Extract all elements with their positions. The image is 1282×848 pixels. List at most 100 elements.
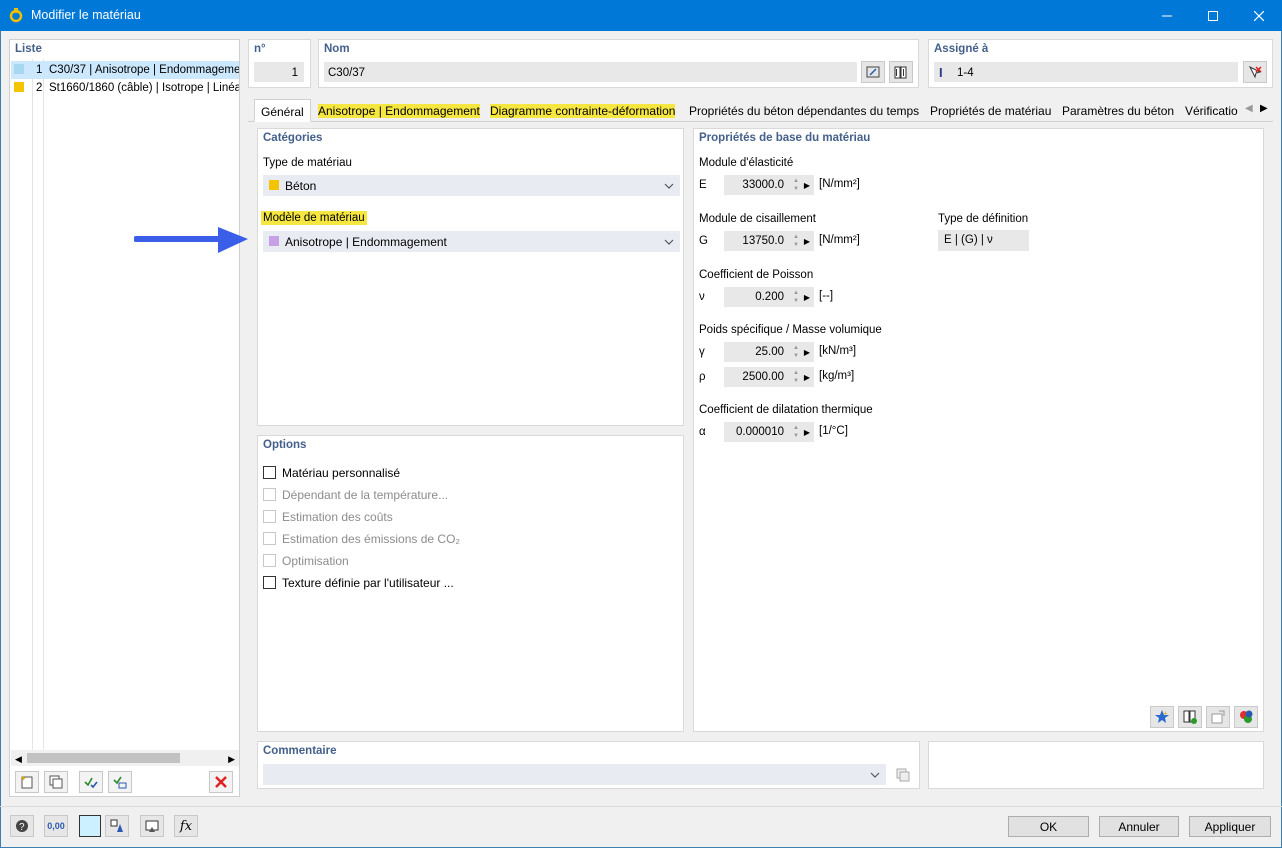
cancel-button[interactable]: Annuler (1099, 816, 1179, 837)
library-button[interactable] (889, 61, 913, 83)
title-bar[interactable]: Modifier le matériau (0, 0, 1282, 31)
check-all-button[interactable] (79, 771, 103, 793)
thermal-input[interactable]: 0.000010 ▲ ▼ ▶ (724, 422, 814, 442)
spin-arrow-icon[interactable]: ▶ (802, 422, 812, 442)
name-field[interactable]: C30/37 (324, 62, 857, 82)
tab-anisotropic-damage[interactable]: Anisotrope | Endommagement (312, 99, 486, 122)
spin-updown-icon[interactable]: ▲ ▼ (792, 424, 800, 440)
tab-scroll-left-icon[interactable]: ◀ (1245, 103, 1253, 114)
material-model-dropdown[interactable]: Anisotrope | Endommagement (263, 231, 680, 252)
maximize-button[interactable] (1190, 0, 1236, 31)
spin-updown-icon[interactable]: ▲ ▼ (792, 344, 800, 360)
rho-symbol: ρ (699, 371, 706, 383)
spin-updown-icon[interactable]: ▲ ▼ (792, 233, 800, 249)
edit-name-button[interactable] (861, 61, 885, 83)
copy-material-button[interactable] (44, 771, 68, 793)
name-label: Nom (324, 43, 350, 55)
spin-updown-icon[interactable]: ▲ ▼ (792, 177, 800, 193)
concrete-color-swatch (269, 180, 279, 190)
list-item-number: 2 (36, 82, 43, 94)
spin-arrow-icon[interactable]: ▶ (802, 175, 812, 195)
definition-type-field: E | (G) | ν (938, 230, 1029, 251)
categories-panel: Catégories Type de matériau Béton Modèle… (257, 128, 684, 426)
elasticity-symbol: E (699, 179, 707, 191)
comment-copy-button[interactable] (891, 764, 915, 785)
favorite-button[interactable]: + (1150, 706, 1174, 728)
apply-button[interactable]: Appliquer (1189, 816, 1271, 837)
cost-estimation-label: Estimation des coûts (282, 510, 393, 524)
scroll-right-icon[interactable]: ▶ (228, 754, 235, 765)
spin-arrow-icon[interactable]: ▶ (802, 287, 812, 307)
material-list-panel: Liste 1 C30/37 | Anisotrope | Endommagem… (9, 39, 240, 797)
chevron-down-icon[interactable] (869, 769, 881, 781)
spin-updown-icon[interactable]: ▲ ▼ (792, 369, 800, 385)
spin-arrow-icon[interactable]: ▶ (802, 367, 812, 387)
optimization-label: Optimisation (282, 554, 349, 568)
spin-arrow-icon[interactable]: ▶ (802, 342, 812, 362)
custom-material-checkbox[interactable] (263, 466, 276, 479)
help-button[interactable]: ? (10, 815, 34, 837)
assigned-group: Assigné à I 1-4 (928, 39, 1273, 88)
tab-time-dependent-properties[interactable]: Propriétés du béton dépendantes du temps (683, 99, 925, 122)
spin-arrow-icon[interactable]: ▶ (802, 231, 812, 251)
user-texture-label: Texture définie par l'utilisateur ... (282, 576, 454, 590)
definition-type-title: Type de définition (938, 213, 1029, 225)
poisson-input[interactable]: 0.200 ▲ ▼ ▶ (724, 287, 814, 307)
co2-estimation-checkbox[interactable] (263, 532, 276, 545)
new-material-button[interactable]: ✦ (15, 771, 39, 793)
elasticity-input[interactable]: 33000.0 ▲ ▼ ▶ (724, 175, 814, 195)
list-item-label: C30/37 | Anisotrope | Endommageme (49, 64, 239, 76)
tab-scroll-right-icon[interactable]: ▶ (1260, 103, 1268, 114)
material-type-dropdown[interactable]: Béton (263, 175, 680, 196)
poisson-value: 0.200 (755, 291, 784, 303)
gamma-input[interactable]: 25.00 ▲ ▼ ▶ (724, 342, 814, 362)
thermal-title: Coefficient de dilatation thermique (699, 404, 873, 416)
tab-general[interactable]: Général (254, 99, 311, 122)
tab-concrete-parameters[interactable]: Paramètres du béton (1056, 99, 1180, 122)
assigned-field[interactable]: I 1-4 (934, 62, 1238, 82)
units-button[interactable]: 0,00 (44, 815, 68, 837)
units-icon: 0,00 (47, 821, 65, 831)
scroll-left-icon[interactable]: ◀ (15, 754, 22, 765)
rho-input[interactable]: 2500.00 ▲ ▼ ▶ (724, 367, 814, 387)
comment-input[interactable] (263, 764, 886, 785)
cost-estimation-checkbox[interactable] (263, 510, 276, 523)
chevron-down-icon[interactable] (663, 236, 675, 248)
color-button[interactable] (79, 815, 101, 837)
shear-input[interactable]: 13750.0 ▲ ▼ ▶ (724, 231, 814, 251)
display-settings-button[interactable] (105, 815, 129, 837)
delete-material-button[interactable] (209, 771, 233, 793)
spin-updown-icon[interactable]: ▲ ▼ (792, 289, 800, 305)
info-button[interactable] (1234, 706, 1258, 728)
check-selected-button[interactable] (108, 771, 132, 793)
alpha-symbol: α (699, 426, 706, 438)
elasticity-title: Module d'élasticité (699, 157, 794, 169)
categories-header: Catégories (263, 132, 323, 144)
thermal-value: 0.000010 (736, 426, 784, 438)
tab-material-properties[interactable]: Propriétés de matériau (924, 99, 1057, 122)
scrollbar-thumb[interactable] (27, 753, 180, 763)
tab-verification[interactable]: Vérificatio (1179, 99, 1243, 122)
tab-stress-strain-diagram[interactable]: Diagramme contrainte-déformation (484, 99, 681, 122)
optimization-checkbox[interactable] (263, 554, 276, 567)
formula-button[interactable]: fx (174, 815, 198, 837)
close-button[interactable] (1236, 0, 1282, 31)
gamma-symbol: γ (699, 346, 705, 358)
minimize-button[interactable] (1144, 0, 1190, 31)
list-item[interactable]: 2 St1660/1860 (câble) | Isotrope | Linéa… (11, 79, 239, 97)
user-texture-checkbox[interactable] (263, 576, 276, 589)
list-item[interactable]: 1 C30/37 | Anisotrope | Endommageme (11, 61, 239, 79)
export-button[interactable] (1206, 706, 1230, 728)
horizontal-scrollbar[interactable]: ◀ ▶ (11, 750, 239, 766)
view-button[interactable] (140, 815, 164, 837)
temperature-dependent-checkbox[interactable] (263, 488, 276, 501)
save-to-library-button[interactable] (1178, 706, 1202, 728)
pick-objects-button[interactable] (1243, 61, 1267, 83)
number-field[interactable]: 1 (254, 62, 304, 82)
material-color-swatch (14, 64, 24, 74)
properties-header: Propriétés de base du matériau (699, 132, 871, 144)
window-title: Modifier le matériau (31, 8, 141, 22)
ok-button[interactable]: OK (1008, 816, 1089, 837)
member-icon: I (939, 65, 943, 80)
chevron-down-icon[interactable] (663, 180, 675, 192)
